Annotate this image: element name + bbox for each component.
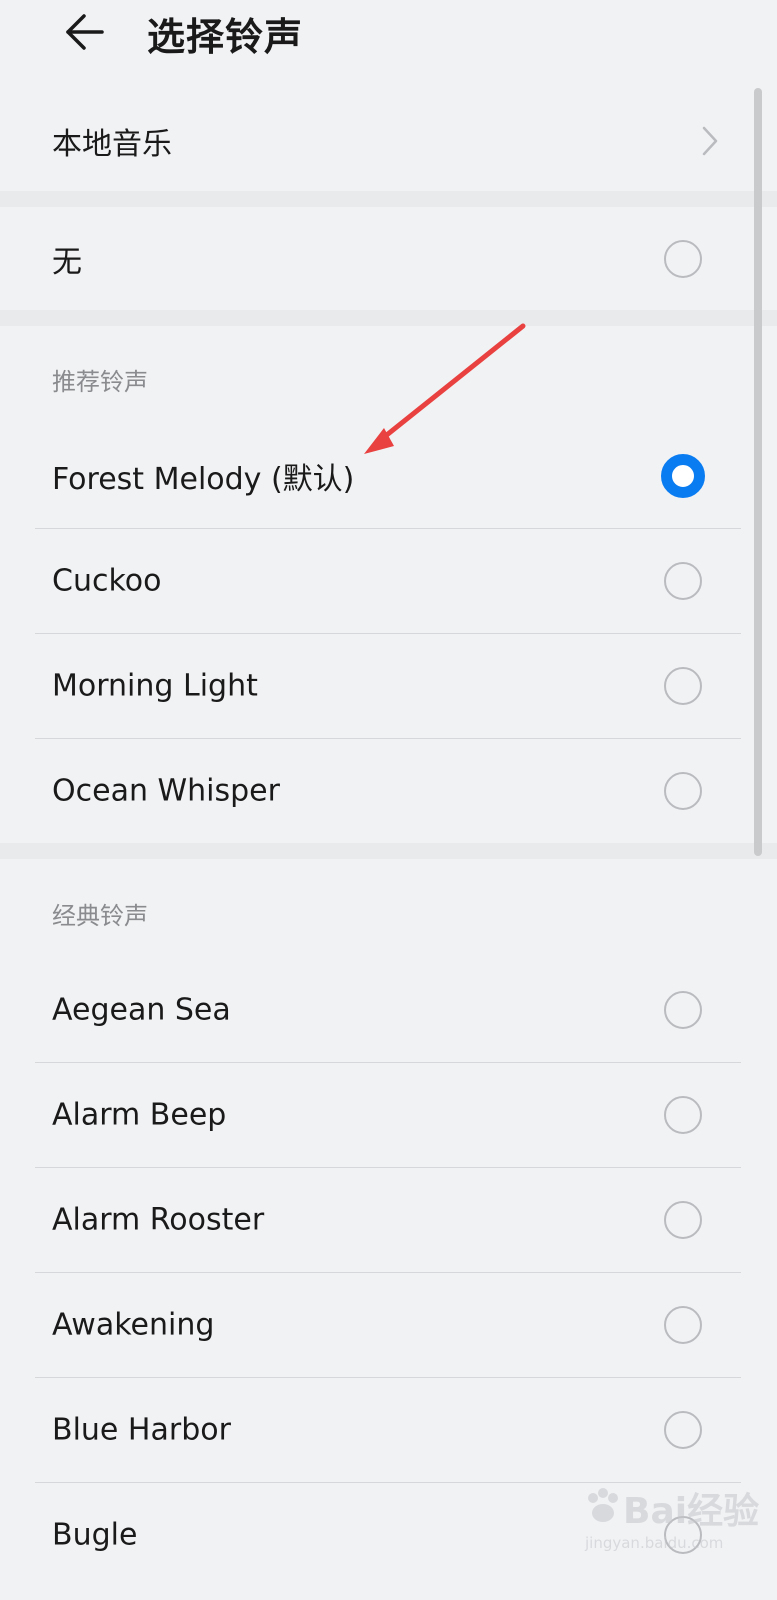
ringtone-row[interactable]: Blue Harbor <box>0 1377 777 1483</box>
radio-button[interactable] <box>664 772 702 810</box>
radio-button[interactable] <box>664 1201 702 1239</box>
ringtone-none-row[interactable]: 无 <box>0 206 777 312</box>
ringtone-row[interactable]: Ocean Whisper <box>0 738 777 844</box>
watermark-logo: Bai经验 jingyan.baidu.com <box>583 1478 763 1558</box>
ringtone-label: Awakening <box>52 1307 215 1343</box>
section-separator <box>0 843 777 859</box>
paw-icon <box>588 1488 618 1522</box>
radio-button[interactable] <box>664 562 702 600</box>
ringtone-row[interactable]: Alarm Beep <box>0 1062 777 1168</box>
ringtone-row[interactable]: Forest Melody (默认) <box>0 423 777 529</box>
page-title: 选择铃声 <box>147 15 304 59</box>
ringtone-row[interactable]: Morning Light <box>0 633 777 739</box>
watermark-url: jingyan.baidu.com <box>585 1534 724 1552</box>
watermark-text: Bai经验 <box>623 1491 760 1532</box>
scrollbar[interactable] <box>754 88 762 856</box>
local-music-row[interactable]: 本地音乐 <box>0 88 777 194</box>
ringtone-label: Morning Light <box>52 668 258 704</box>
ringtone-row[interactable]: Aegean Sea <box>0 957 777 1063</box>
radio-button[interactable] <box>664 1096 702 1134</box>
local-music-label: 本地音乐 <box>52 127 172 162</box>
ringtone-label: Forest Melody (默认) <box>52 462 355 497</box>
arrow-left-icon[interactable] <box>62 10 106 54</box>
ringtone-label: Bugle <box>52 1517 138 1553</box>
radio-button[interactable] <box>664 991 702 1029</box>
ringtone-label: Ocean Whisper <box>52 773 280 809</box>
section-title-recommended: 推荐铃声 <box>52 368 148 396</box>
radio-button-selected[interactable] <box>661 454 705 498</box>
ringtone-label: Aegean Sea <box>52 992 231 1028</box>
section-separator <box>0 310 777 326</box>
ringtone-label: Blue Harbor <box>52 1412 231 1448</box>
radio-button[interactable] <box>664 1306 702 1344</box>
ringtone-none-label: 无 <box>52 245 82 280</box>
ringtone-label: Cuckoo <box>52 563 162 599</box>
radio-button[interactable] <box>664 667 702 705</box>
section-title-classic: 经典铃声 <box>52 902 148 930</box>
chevron-right-icon <box>702 126 718 156</box>
ringtone-label: Alarm Rooster <box>52 1202 265 1238</box>
ringtone-row[interactable]: Alarm Rooster <box>0 1167 777 1273</box>
section-separator <box>0 191 777 207</box>
top-app-bar: 选择铃声 <box>0 0 777 70</box>
radio-button[interactable] <box>664 240 702 278</box>
ringtone-row[interactable]: Cuckoo <box>0 528 777 634</box>
ringtone-label: Alarm Beep <box>52 1097 227 1133</box>
ringtone-row[interactable]: Awakening <box>0 1272 777 1378</box>
radio-button[interactable] <box>664 1411 702 1449</box>
